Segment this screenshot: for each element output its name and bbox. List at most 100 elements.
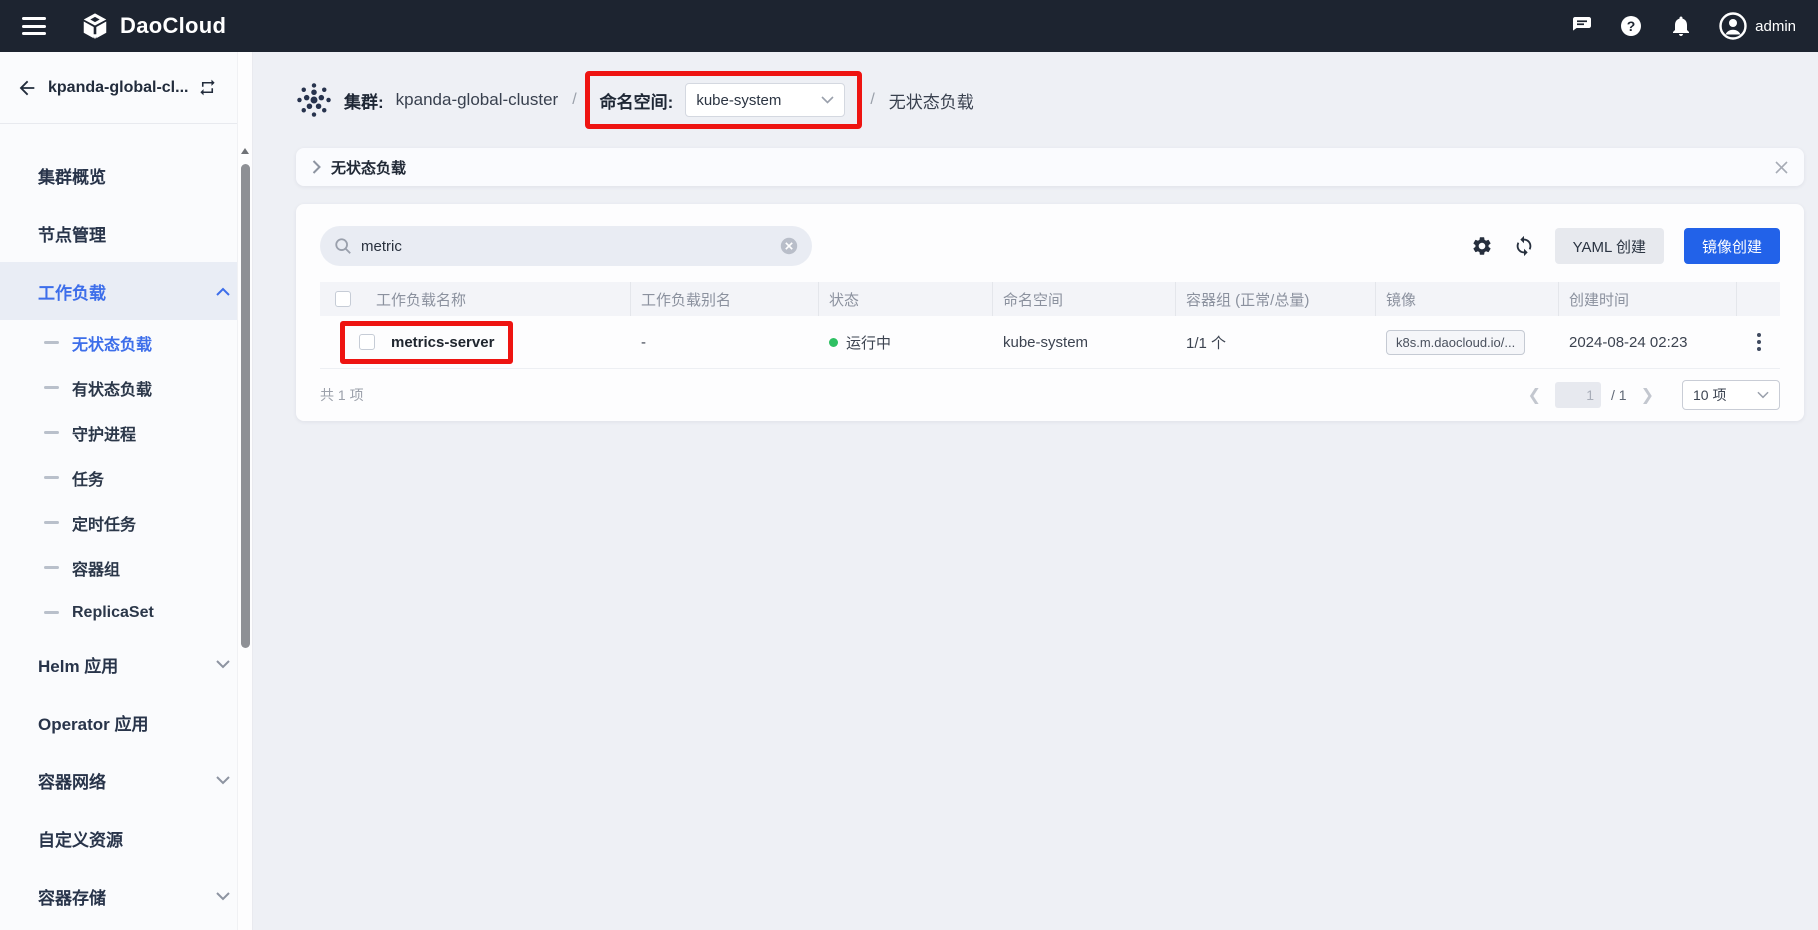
username-label: admin [1755,18,1796,35]
chevron-down-icon [216,776,230,785]
chevron-down-icon [216,660,230,669]
annotation-box-workload: metrics-server [340,321,513,364]
workload-name-link[interactable]: metrics-server [391,334,494,351]
select-all-checkbox[interactable] [335,291,351,307]
total-count-label: 共 1 项 [320,385,364,405]
user-menu[interactable]: admin [1719,12,1796,40]
table-footer: 共 1 项 ❮ 1 / 1 ❯ 10 项 [320,369,1780,421]
bell-icon[interactable] [1669,14,1693,38]
chevron-down-icon [821,96,834,104]
search-box [320,226,812,266]
table-header-row: 工作负载名称 工作负载别名 状态 命名空间 容器组 (正常/总量) 镜像 创建时… [320,282,1780,316]
page-number-input[interactable]: 1 [1555,382,1601,408]
cell-pods: 1/1 个 [1176,332,1376,353]
search-input[interactable] [361,238,771,255]
page-size-value: 10 项 [1693,385,1726,405]
sidebar-item-deployments[interactable]: 无状态负载 [0,320,252,365]
sidebar-item-workloads[interactable]: 工作负载 [0,262,252,320]
sidebar-item-operator-apps[interactable]: Operator 应用 [0,693,252,751]
page-total-label: / 1 [1611,387,1627,403]
sidebar-scrollbar-track [237,52,252,930]
col-header-image: 镜像 [1376,282,1559,316]
main-content: 集群: kpanda-global-cluster / 命名空间: kube-s… [253,52,1818,930]
daocloud-logo-icon [80,11,110,41]
close-icon[interactable] [1775,161,1788,174]
sidebar-scrollbar-thumb[interactable] [241,164,250,648]
topbar: DaoCloud ? admin [0,0,1818,52]
namespace-select[interactable]: kube-system [685,83,845,117]
sidebar-header: kpanda-global-cl... [0,52,252,124]
yaml-create-button[interactable]: YAML 创建 [1555,228,1664,264]
clear-search-icon[interactable] [780,237,798,255]
sidebar-item-container-network[interactable]: 容器网络 [0,751,252,809]
namespace-label: 命名空间: [600,88,674,113]
sidebar-item-statefulsets[interactable]: 有状态负载 [0,365,252,410]
cell-namespace: kube-system [993,334,1176,351]
sidebar-item-jobs[interactable]: 任务 [0,455,252,500]
col-header-actions [1737,282,1780,316]
cluster-dots-icon [296,82,332,118]
col-header-status: 状态 [819,282,993,316]
brand-name: DaoCloud [120,13,226,39]
prev-page-icon[interactable]: ❮ [1524,385,1545,405]
scrollbar-up-arrow-icon[interactable] [241,148,249,154]
sidebar-item-cluster-overview[interactable]: 集群概览 [0,146,252,204]
col-header-pods: 容器组 (正常/总量) [1176,282,1376,316]
col-header-namespace: 命名空间 [993,282,1176,316]
sidebar-item-replicaset[interactable]: ReplicaSet [0,590,252,635]
search-icon [334,237,352,255]
chevron-down-icon [216,892,230,901]
sidebar-item-daemonsets[interactable]: 守护进程 [0,410,252,455]
sidebar-cluster-name: kpanda-global-cl... [48,79,188,97]
chevron-right-icon[interactable] [312,160,321,174]
workload-list-card: YAML 创建 镜像创建 工作负载名称 工作负载别名 状态 命名空间 容器组 (… [296,204,1804,421]
chat-icon[interactable] [1569,14,1593,38]
sidebar-item-helm-apps[interactable]: Helm 应用 [0,635,252,693]
workload-table: 工作负载名称 工作负载别名 状态 命名空间 容器组 (正常/总量) 镜像 创建时… [320,282,1780,369]
switch-cluster-icon[interactable] [198,78,217,97]
breadcrumb: 集群: kpanda-global-cluster / 命名空间: kube-s… [253,52,1818,148]
toolbar: YAML 创建 镜像创建 [320,226,1780,266]
chevron-up-icon [216,287,230,296]
status-text: 运行中 [846,332,891,353]
pagination: ❮ 1 / 1 ❯ 10 项 [1524,380,1780,410]
avatar-icon [1719,12,1747,40]
cell-alias: - [631,334,819,351]
sidebar-item-cronjobs[interactable]: 定时任务 [0,500,252,545]
col-header-name: 工作负载名称 [366,282,631,316]
kebab-menu-icon[interactable] [1757,333,1761,351]
sidebar-menu: 集群概览 节点管理 工作负载 无状态负载 有状态负载 守护进程 任务 定时任务 … [0,124,252,925]
cell-created: 2024-08-24 02:23 [1559,334,1737,351]
tab-bar: 无状态负载 [296,148,1804,186]
table-row: metrics-server - 运行中 kube-system 1/1 个 k… [320,316,1780,369]
brand[interactable]: DaoCloud [80,11,226,41]
svg-text:?: ? [1627,18,1636,34]
sidebar-item-pods[interactable]: 容器组 [0,545,252,590]
col-header-created: 创建时间 [1559,282,1737,316]
sidebar: kpanda-global-cl... 集群概览 节点管理 工作负载 无状态负载… [0,52,253,930]
status-dot [829,338,838,347]
sidebar-item-node-management[interactable]: 节点管理 [0,204,252,262]
namespace-selected-value: kube-system [696,92,781,109]
refresh-icon[interactable] [1513,235,1535,257]
tab-deployments[interactable]: 无状态负载 [331,157,406,178]
sidebar-item-custom-resources[interactable]: 自定义资源 [0,809,252,867]
toolbar-actions: YAML 创建 镜像创建 [1471,228,1780,264]
cluster-label: 集群: [344,88,384,113]
cluster-value[interactable]: kpanda-global-cluster [396,90,559,110]
annotation-box-namespace: 命名空间: kube-system [585,71,863,129]
next-page-icon[interactable]: ❯ [1637,385,1658,405]
settings-gear-icon[interactable] [1471,235,1493,257]
topbar-right: ? admin [1569,12,1796,40]
hamburger-menu-icon[interactable] [22,17,46,35]
page-title: 无状态负载 [889,88,974,113]
row-checkbox[interactable] [359,334,375,350]
help-icon[interactable]: ? [1619,14,1643,38]
cell-status: 运行中 [819,332,993,353]
chevron-down-icon [1757,391,1769,399]
sidebar-item-container-storage[interactable]: 容器存储 [0,867,252,925]
back-arrow-icon[interactable] [16,77,38,99]
page-size-select[interactable]: 10 项 [1682,380,1780,410]
image-create-button[interactable]: 镜像创建 [1684,228,1780,264]
image-tag[interactable]: k8s.m.daocloud.io/... [1386,330,1525,355]
